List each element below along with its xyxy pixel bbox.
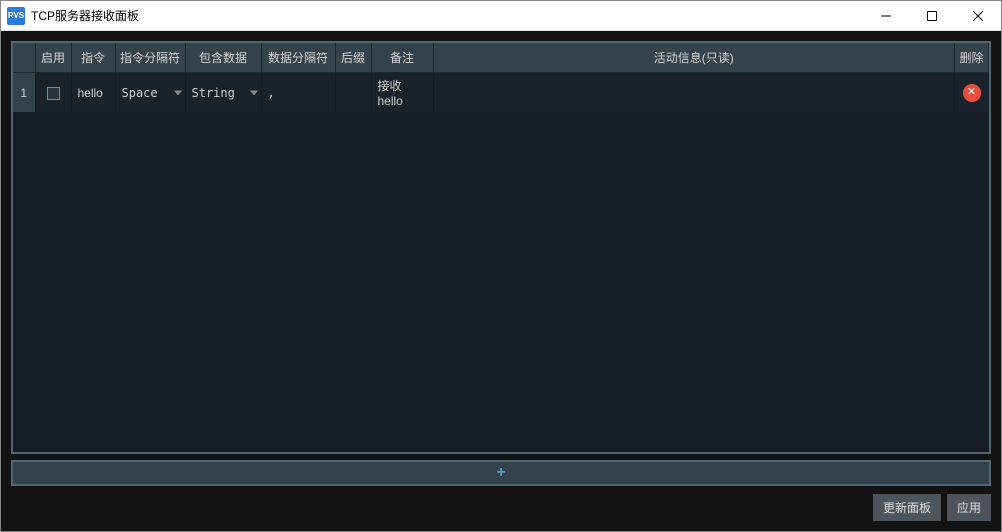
minimize-button[interactable] (863, 1, 909, 30)
close-icon: ✕ (967, 87, 976, 98)
enable-cell[interactable] (35, 73, 71, 113)
header-suffix: 后缀 (335, 43, 371, 73)
cmdsep-value: Space (122, 86, 158, 100)
window-controls (863, 1, 1001, 30)
footer-bar: 更新面板 应用 (11, 492, 991, 521)
table-row: 1 hello Space String , (13, 73, 989, 113)
delete-row-button[interactable]: ✕ (963, 84, 981, 102)
header-rowidx (13, 43, 35, 73)
chevron-down-icon (174, 90, 182, 95)
header-remark: 备注 (371, 43, 433, 73)
table-header-row: 启用 指令 指令分隔符 包含数据 数据分隔符 后缀 备注 活动信息(只读) 删除 (13, 43, 989, 73)
datatype-cell[interactable]: String (185, 73, 261, 113)
remark-cell[interactable]: 接收hello (371, 73, 433, 113)
chevron-down-icon (250, 90, 258, 95)
apply-button[interactable]: 应用 (947, 494, 991, 521)
window-frame: RVS TCP服务器接收面板 (0, 0, 1002, 532)
rules-table: 启用 指令 指令分隔符 包含数据 数据分隔符 后缀 备注 活动信息(只读) 删除… (13, 43, 989, 113)
delete-cell: ✕ (955, 73, 989, 113)
suffix-cell[interactable] (335, 73, 371, 113)
update-panel-button[interactable]: 更新面板 (873, 494, 941, 521)
maximize-button[interactable] (909, 1, 955, 30)
header-cmd: 指令 (71, 43, 115, 73)
header-activity: 活动信息(只读) (433, 43, 955, 73)
header-datasep: 数据分隔符 (261, 43, 335, 73)
activity-cell (433, 73, 955, 113)
header-cmdsep: 指令分隔符 (115, 43, 185, 73)
table-container: 启用 指令 指令分隔符 包含数据 数据分隔符 后缀 备注 活动信息(只读) 删除… (11, 41, 991, 454)
add-row-button[interactable]: + (11, 460, 991, 486)
datatype-value: String (192, 86, 235, 100)
plus-icon: + (496, 464, 505, 482)
header-enable: 启用 (35, 43, 71, 73)
header-datatype: 包含数据 (185, 43, 261, 73)
row-index-cell: 1 (13, 73, 35, 113)
enable-checkbox[interactable] (47, 87, 60, 100)
titlebar: RVS TCP服务器接收面板 (1, 1, 1001, 31)
window-title: TCP服务器接收面板 (31, 7, 863, 24)
content-area: 启用 指令 指令分隔符 包含数据 数据分隔符 后缀 备注 活动信息(只读) 删除… (1, 31, 1001, 531)
datasep-cell[interactable]: , (261, 73, 335, 113)
cmdsep-cell[interactable]: Space (115, 73, 185, 113)
app-icon: RVS (7, 7, 25, 25)
cmd-cell[interactable]: hello (71, 73, 115, 113)
close-button[interactable] (955, 1, 1001, 30)
header-delete: 删除 (955, 43, 989, 73)
